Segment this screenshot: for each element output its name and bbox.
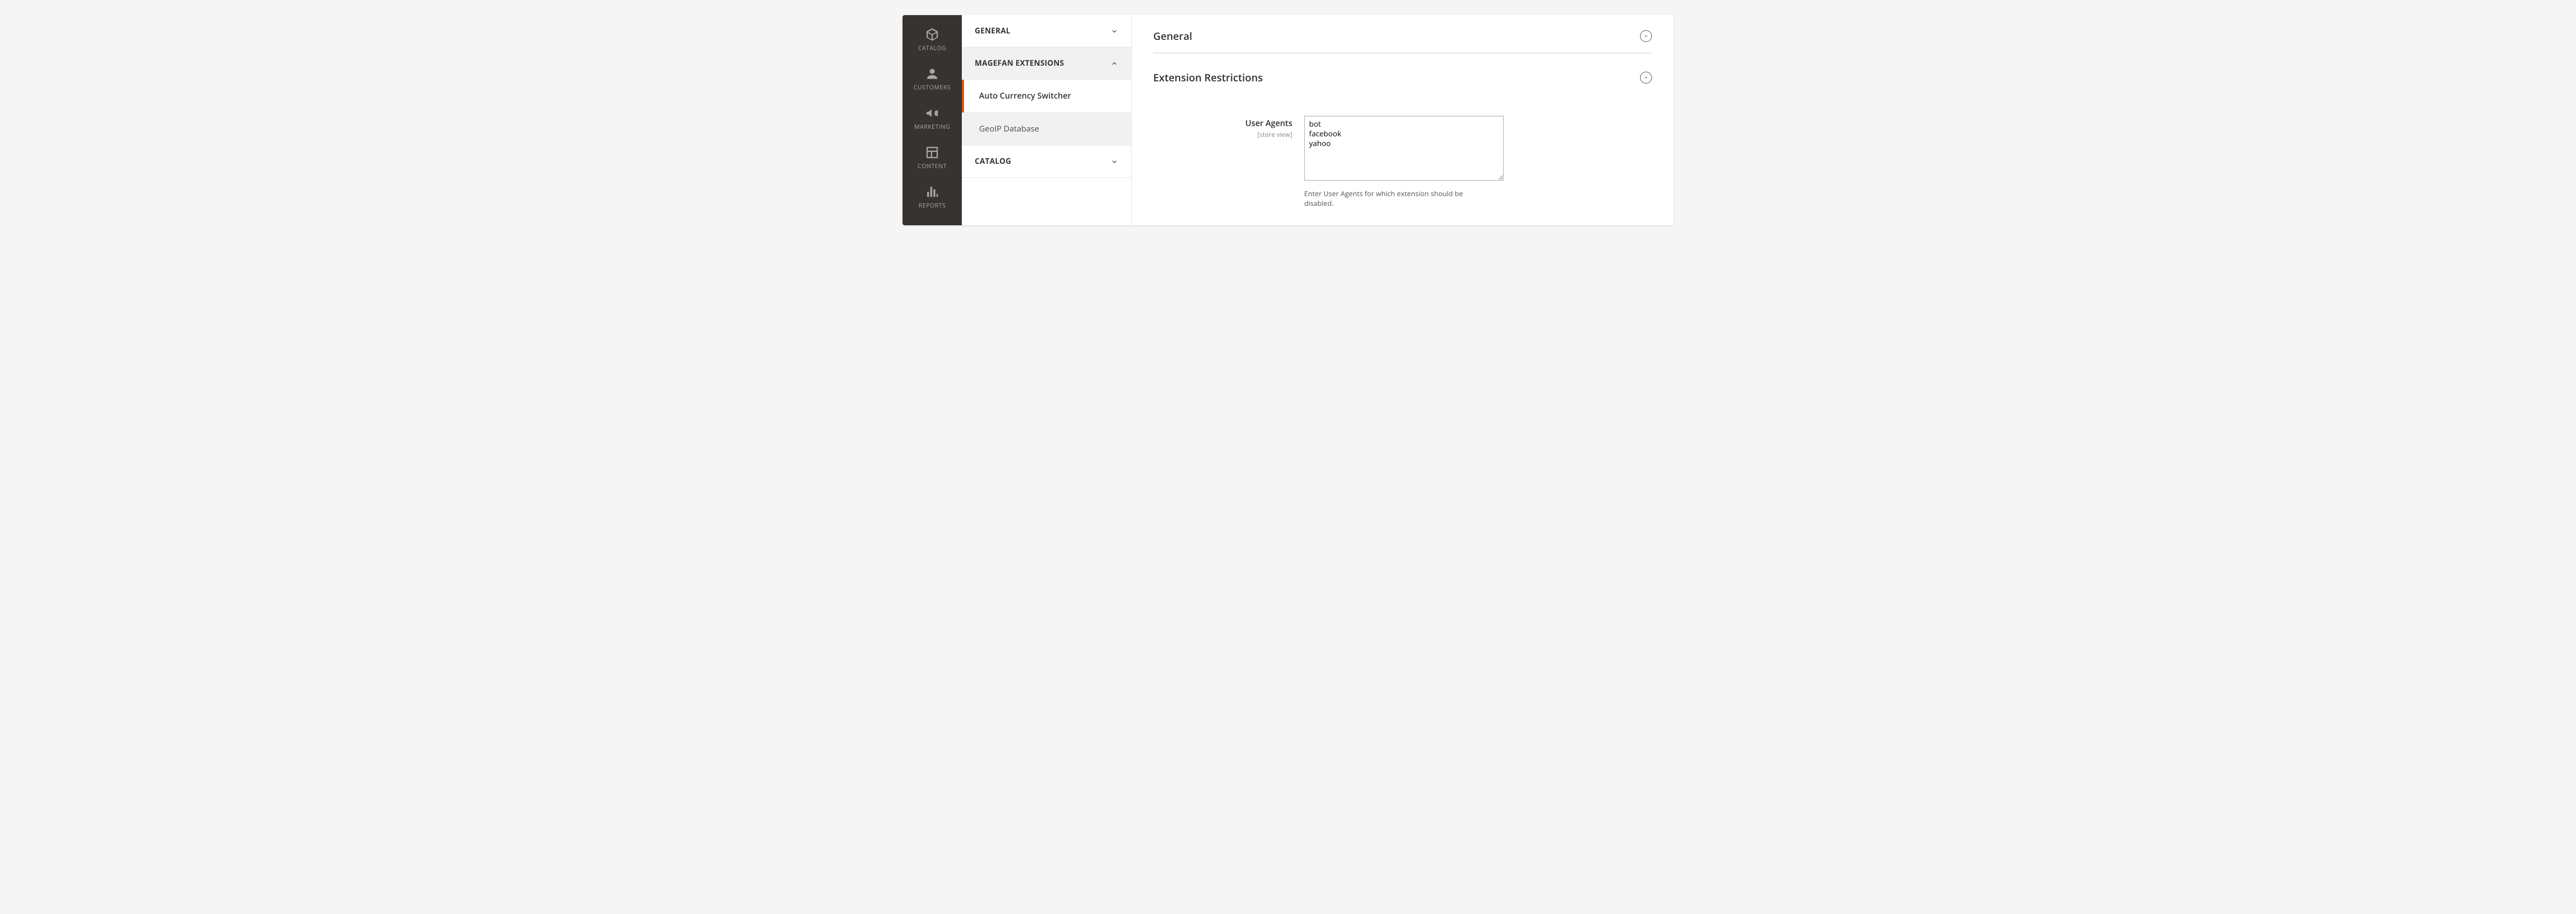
config-content: General Extension Restrictions User Agen…: [1132, 15, 1673, 225]
nav-label: CUSTOMERS: [914, 84, 951, 92]
section-title: General: [1153, 29, 1192, 43]
tree-item-geoip-database[interactable]: GeoIP Database: [962, 113, 1131, 146]
nav-label: CATALOG: [918, 44, 947, 52]
user-agents-textarea[interactable]: [1304, 116, 1504, 181]
config-tree: GENERAL MAGEFAN EXTENSIONS Auto Currency…: [962, 15, 1132, 225]
section-extension-restrictions[interactable]: Extension Restrictions: [1153, 64, 1652, 94]
section-general[interactable]: General: [1153, 26, 1652, 53]
nav-customers[interactable]: CUSTOMERS: [903, 60, 962, 99]
chevron-down-icon: [1111, 158, 1118, 165]
nav-label: REPORTS: [919, 202, 946, 210]
admin-panel: CATALOG CUSTOMERS MARKETING CONTENT REPO…: [903, 15, 1673, 225]
section-title: Extension Restrictions: [1153, 71, 1263, 85]
tree-section-label: MAGEFAN EXTENSIONS: [975, 58, 1064, 68]
tree-section-general[interactable]: GENERAL: [962, 15, 1131, 47]
cube-icon: [925, 27, 940, 42]
tree-section-magefan[interactable]: MAGEFAN EXTENSIONS: [962, 47, 1131, 80]
tree-section-label: GENERAL: [975, 26, 1010, 36]
field-label-wrap: User Agents [store view]: [1153, 116, 1304, 139]
tree-section-catalog[interactable]: CATALOG: [962, 146, 1131, 178]
field-input-wrap: Enter User Agents for which extension sh…: [1304, 116, 1504, 208]
field-note: Enter User Agents for which extension sh…: [1304, 189, 1493, 208]
chevron-up-icon: [1111, 60, 1118, 67]
nav-marketing[interactable]: MARKETING: [903, 99, 962, 139]
collapse-toggle[interactable]: [1640, 30, 1652, 42]
tree-section-label: CATALOG: [975, 156, 1011, 167]
nav-label: MARKETING: [914, 123, 950, 131]
tree-item-label: Auto Currency Switcher: [979, 91, 1071, 101]
layout-icon: [925, 145, 940, 160]
admin-sidebar: CATALOG CUSTOMERS MARKETING CONTENT REPO…: [903, 15, 962, 225]
collapse-toggle[interactable]: [1640, 72, 1652, 84]
nav-content[interactable]: CONTENT: [903, 139, 962, 178]
tree-item-auto-currency-switcher[interactable]: Auto Currency Switcher: [962, 80, 1131, 113]
chart-icon: [925, 184, 940, 199]
field-user-agents: User Agents [store view] Enter User Agen…: [1153, 116, 1652, 208]
nav-label: CONTENT: [918, 162, 947, 170]
chevron-down-icon: [1111, 27, 1118, 35]
chevron-up-icon: [1643, 75, 1649, 80]
field-scope: [store view]: [1153, 130, 1292, 139]
chevron-down-icon: [1643, 33, 1649, 39]
nav-catalog[interactable]: CATALOG: [903, 20, 962, 60]
nav-reports[interactable]: REPORTS: [903, 178, 962, 217]
person-icon: [925, 66, 940, 81]
megaphone-icon: [925, 106, 940, 121]
tree-item-label: GeoIP Database: [979, 123, 1039, 134]
field-label: User Agents: [1245, 118, 1292, 129]
